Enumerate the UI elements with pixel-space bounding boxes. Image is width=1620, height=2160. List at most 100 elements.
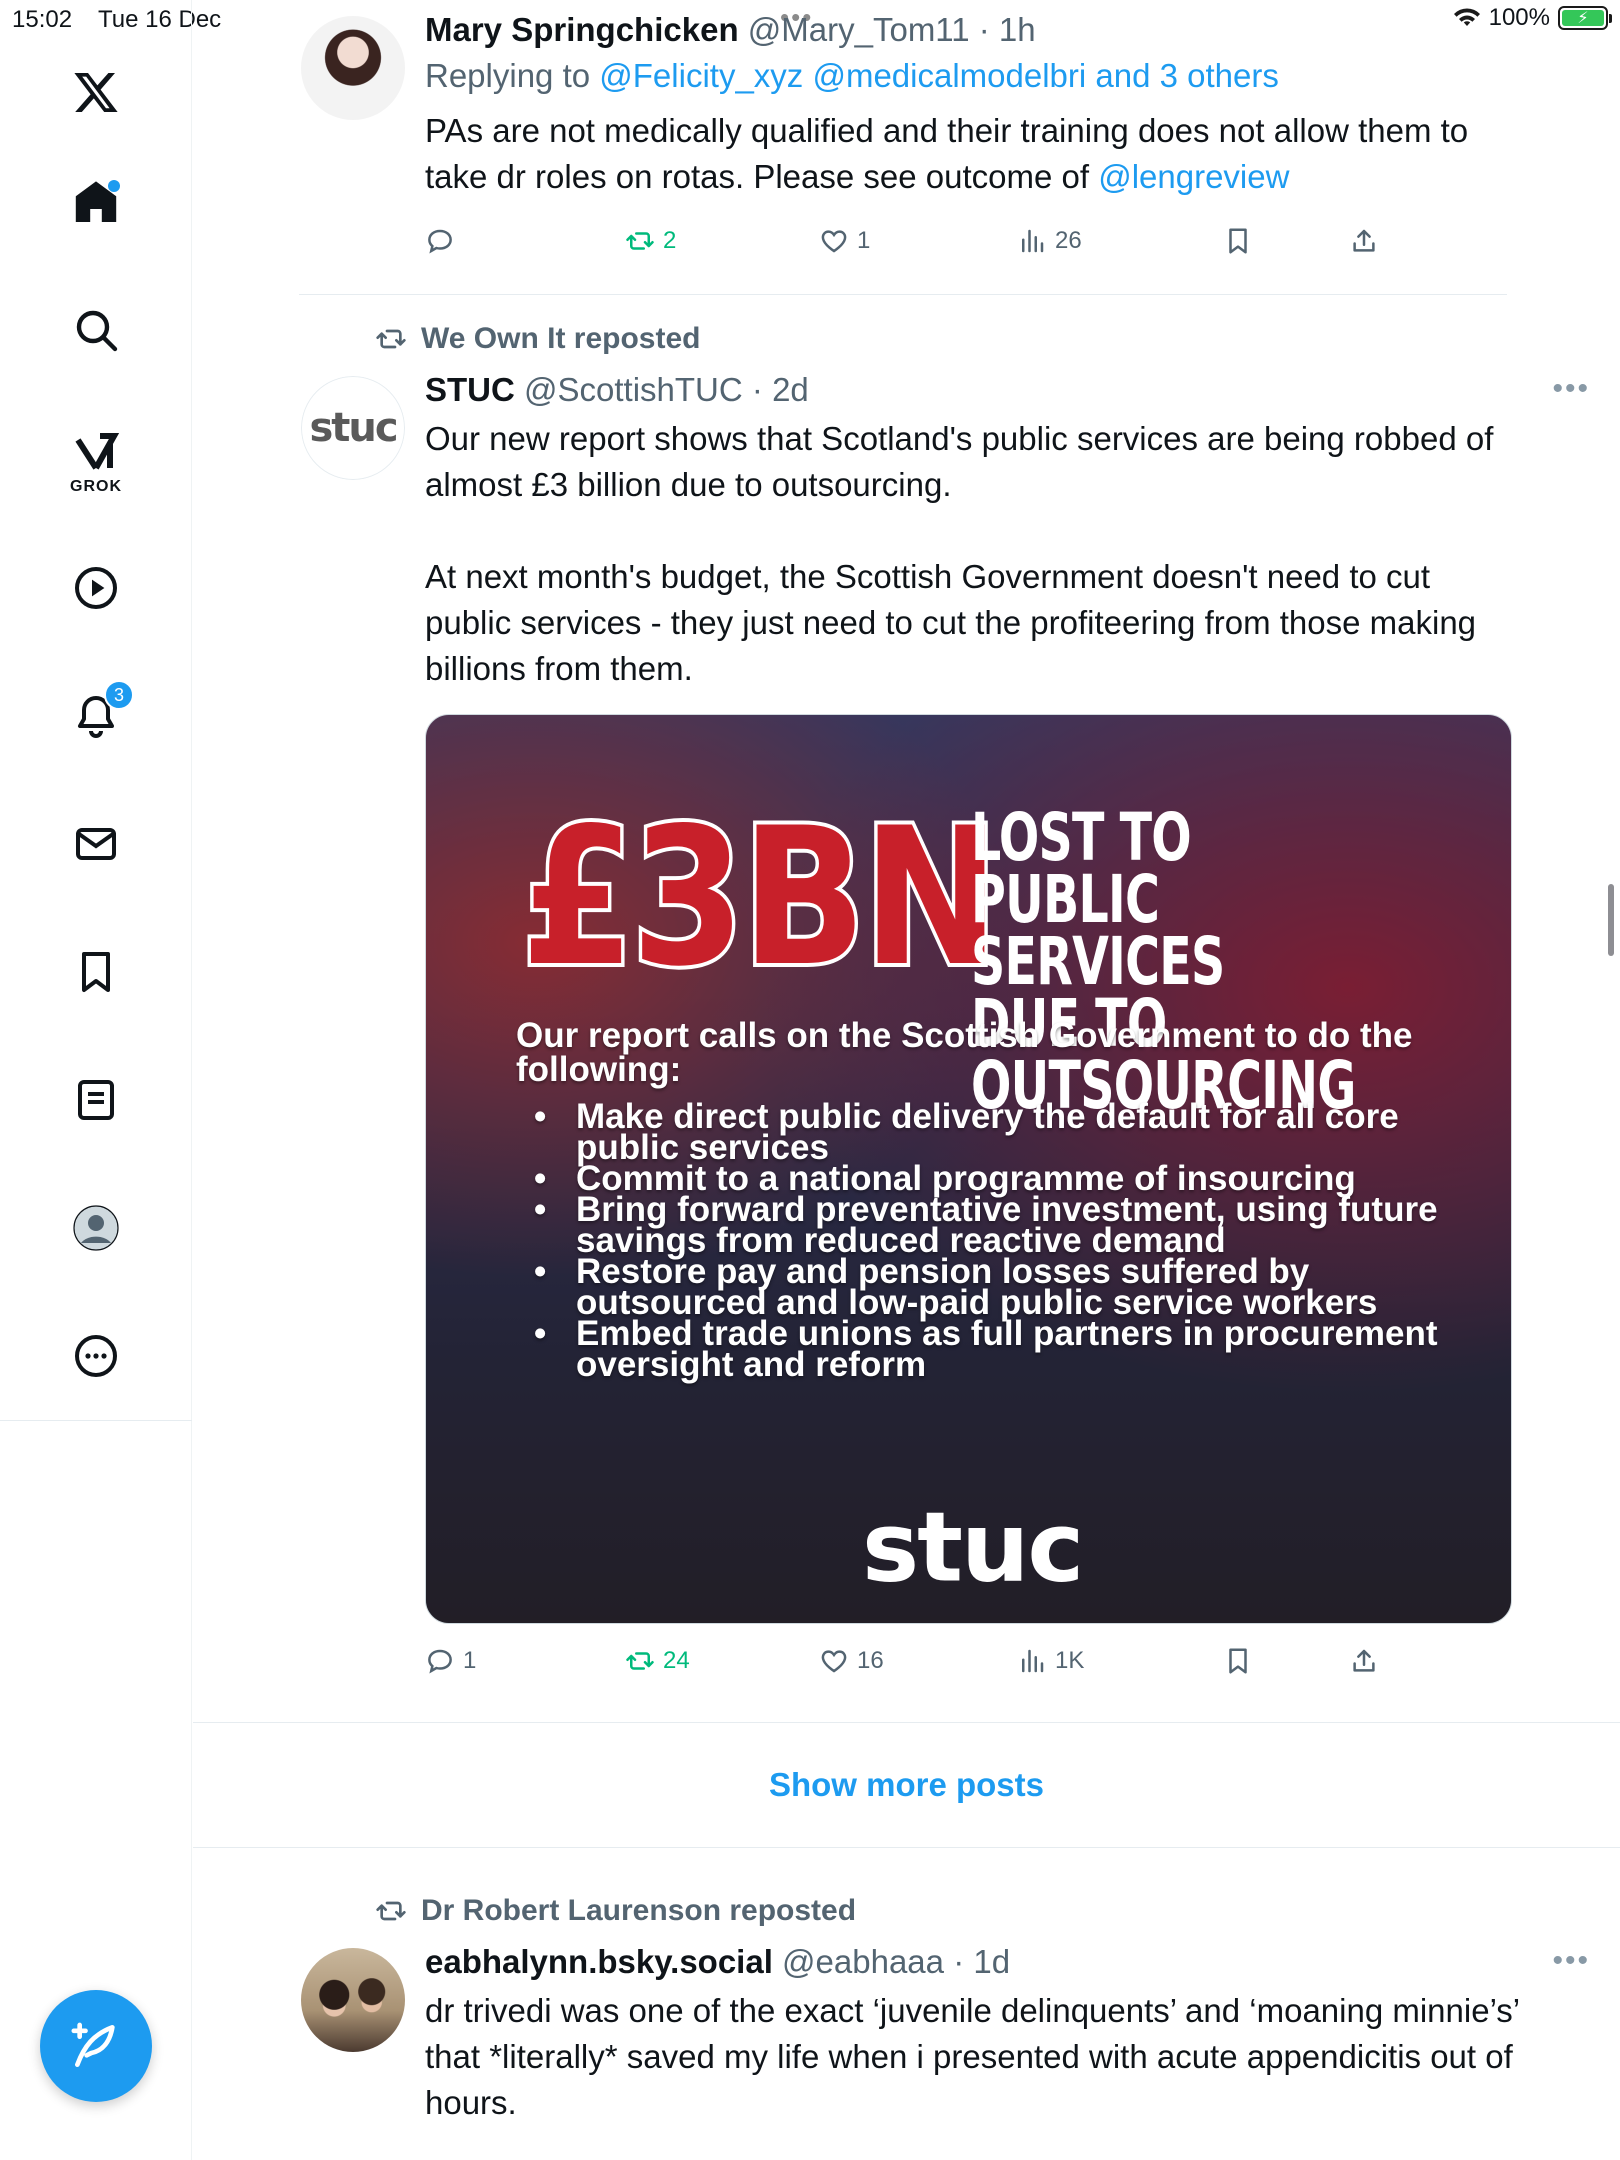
- more-icon[interactable]: [66, 1326, 126, 1386]
- heart-icon: [821, 1650, 847, 1673]
- reposted-by: We Own It reposted: [421, 322, 701, 355]
- repost-button[interactable]: 2: [625, 226, 676, 256]
- bookmark-icon: [1229, 1648, 1247, 1674]
- reply-targets[interactable]: @Felicity_xyz @medicalmodelbri and 3 oth…: [599, 57, 1279, 94]
- stuc-logo-text: stuc: [862, 1491, 1084, 1604]
- repost-icon: [626, 232, 654, 250]
- reply-count: 1: [463, 1647, 477, 1674]
- profile-icon[interactable]: [66, 1198, 126, 1258]
- author-line: eabhalynn.bsky.social @eabhaaa · 1d: [425, 1942, 1525, 1982]
- sidebar-divider: [0, 1420, 192, 1421]
- author-handle[interactable]: @ScottishTUC: [524, 371, 743, 408]
- heart-icon: [821, 230, 847, 253]
- sidebar: GROK 3: [0, 0, 192, 2160]
- bookmark-button[interactable]: [1223, 1646, 1253, 1676]
- more-options-icon[interactable]: •••: [1552, 1944, 1590, 1978]
- share-icon: [1353, 1649, 1375, 1672]
- avatar[interactable]: [301, 16, 405, 120]
- avatar[interactable]: stuc: [301, 376, 405, 480]
- compose-button[interactable]: [40, 1990, 152, 2102]
- post-actions: 2 1 26: [425, 226, 1585, 266]
- post-text-body: PAs are not medically qualified and thei…: [425, 112, 1469, 195]
- bookmark-icon: [1229, 228, 1247, 254]
- more-options-icon[interactable]: •••: [1552, 372, 1590, 406]
- home-icon[interactable]: [66, 172, 126, 232]
- like-count: 1: [857, 227, 871, 254]
- image-bullet: Make direct public delivery the default …: [516, 1099, 1446, 1165]
- image-bullet: Embed trade unions as full partners in p…: [516, 1316, 1446, 1382]
- like-count: 16: [857, 1647, 884, 1674]
- play-icon[interactable]: [66, 558, 126, 618]
- author-name[interactable]: STUC: [425, 371, 515, 408]
- notification-badge: 3: [104, 680, 134, 710]
- post-time[interactable]: · 1h: [979, 11, 1036, 48]
- image-intro: Our report calls on the Scottish Governm…: [516, 1016, 1413, 1089]
- repost-icon: [626, 1652, 654, 1670]
- post-time[interactable]: · 2d: [752, 371, 809, 408]
- image-bullet: Bring forward preventative investment, u…: [516, 1192, 1446, 1258]
- share-button[interactable]: [1349, 1646, 1379, 1676]
- like-button[interactable]: 16: [819, 1646, 884, 1676]
- avatar[interactable]: [301, 1948, 405, 2052]
- reply-button[interactable]: [425, 226, 463, 256]
- bell-icon[interactable]: 3: [66, 680, 134, 746]
- post-content: STUC @ScottishTUC · 2d Our new report sh…: [425, 370, 1525, 692]
- repost-icon: [376, 329, 406, 349]
- list-icon[interactable]: [66, 1070, 126, 1130]
- mail-icon[interactable]: [66, 814, 126, 874]
- repost-context[interactable]: Dr Robert Laurenson reposted: [375, 1894, 856, 1928]
- post-paragraph: Our new report shows that Scotland's pub…: [425, 420, 1494, 503]
- author-name[interactable]: eabhalynn.bsky.social: [425, 1943, 773, 1980]
- post-text: PAs are not medically qualified and thei…: [425, 108, 1525, 200]
- author-line: Mary Springchicken @Mary_Tom11 · 1h: [425, 10, 1525, 50]
- post-actions: 1 24 16 1K: [425, 1646, 1585, 1686]
- post-text: Our new report shows that Scotland's pub…: [425, 416, 1525, 692]
- x-logo-icon[interactable]: [66, 62, 126, 122]
- post-image[interactable]: £3BN LOST TO PUBLIC SERVICES DUE TO OUTS…: [425, 714, 1512, 1624]
- post-content: Mary Springchicken @Mary_Tom11 · 1h Repl…: [425, 10, 1525, 200]
- bookmark-button[interactable]: [1223, 226, 1253, 256]
- views-button[interactable]: 1K: [1017, 1646, 1084, 1676]
- bookmark-icon[interactable]: [66, 942, 126, 1002]
- show-more-posts-button[interactable]: Show more posts: [193, 1722, 1620, 1848]
- post-paragraph: At next month's budget, the Scottish Gov…: [425, 558, 1477, 687]
- post-time[interactable]: · 1d: [953, 1943, 1010, 1980]
- view-count: 1K: [1055, 1647, 1085, 1674]
- grok-label: GROK: [70, 478, 122, 495]
- author-handle[interactable]: @Mary_Tom11: [748, 11, 970, 48]
- view-count: 26: [1055, 227, 1082, 254]
- timeline: Mary Springchicken @Mary_Tom11 · 1h Repl…: [193, 0, 1620, 2160]
- mention-link[interactable]: @lengreview: [1098, 158, 1289, 195]
- compose-icon: [71, 2022, 115, 2067]
- image-bullet-list: Make direct public delivery the default …: [516, 1099, 1446, 1382]
- image-bullet: Restore pay and pension losses suffered …: [516, 1254, 1446, 1320]
- reply-icon: [428, 229, 452, 254]
- grok-icon[interactable]: GROK: [66, 422, 126, 495]
- views-icon: [1022, 1649, 1044, 1673]
- reply-context: Replying to @Felicity_xyz @medicalmodelb…: [425, 54, 1525, 98]
- reply-prefix: Replying to: [425, 57, 600, 94]
- share-button[interactable]: [1349, 226, 1379, 256]
- search-icon[interactable]: [66, 300, 126, 360]
- repost-context[interactable]: We Own It reposted: [375, 322, 700, 356]
- like-button[interactable]: 1: [819, 226, 870, 256]
- reply-button[interactable]: 1: [425, 1646, 476, 1676]
- share-icon: [1353, 229, 1375, 252]
- repost-button[interactable]: 24: [625, 1646, 690, 1676]
- author-handle[interactable]: @eabhaaa: [782, 1943, 944, 1980]
- views-icon: [1022, 229, 1044, 253]
- reply-icon: [428, 1649, 452, 1674]
- author-line: STUC @ScottishTUC · 2d: [425, 370, 1525, 410]
- repost-count: 2: [663, 227, 677, 254]
- stuc-logo: stuc: [301, 376, 405, 480]
- thread-divider: [299, 294, 1507, 295]
- stuc-logo-image: stuc: [862, 1485, 1084, 1604]
- author-name[interactable]: Mary Springchicken: [425, 11, 739, 48]
- post-text: dr trivedi was one of the exact ‘juvenil…: [425, 1992, 1519, 2121]
- post-content: eabhalynn.bsky.social @eabhaaa · 1d dr t…: [425, 1942, 1525, 2126]
- image-amount: £3BN: [518, 787, 1003, 1008]
- repost-icon: [376, 1901, 406, 1921]
- new-posts-dot: [108, 180, 120, 192]
- scrollbar[interactable]: [1608, 884, 1614, 956]
- views-button[interactable]: 26: [1017, 226, 1082, 256]
